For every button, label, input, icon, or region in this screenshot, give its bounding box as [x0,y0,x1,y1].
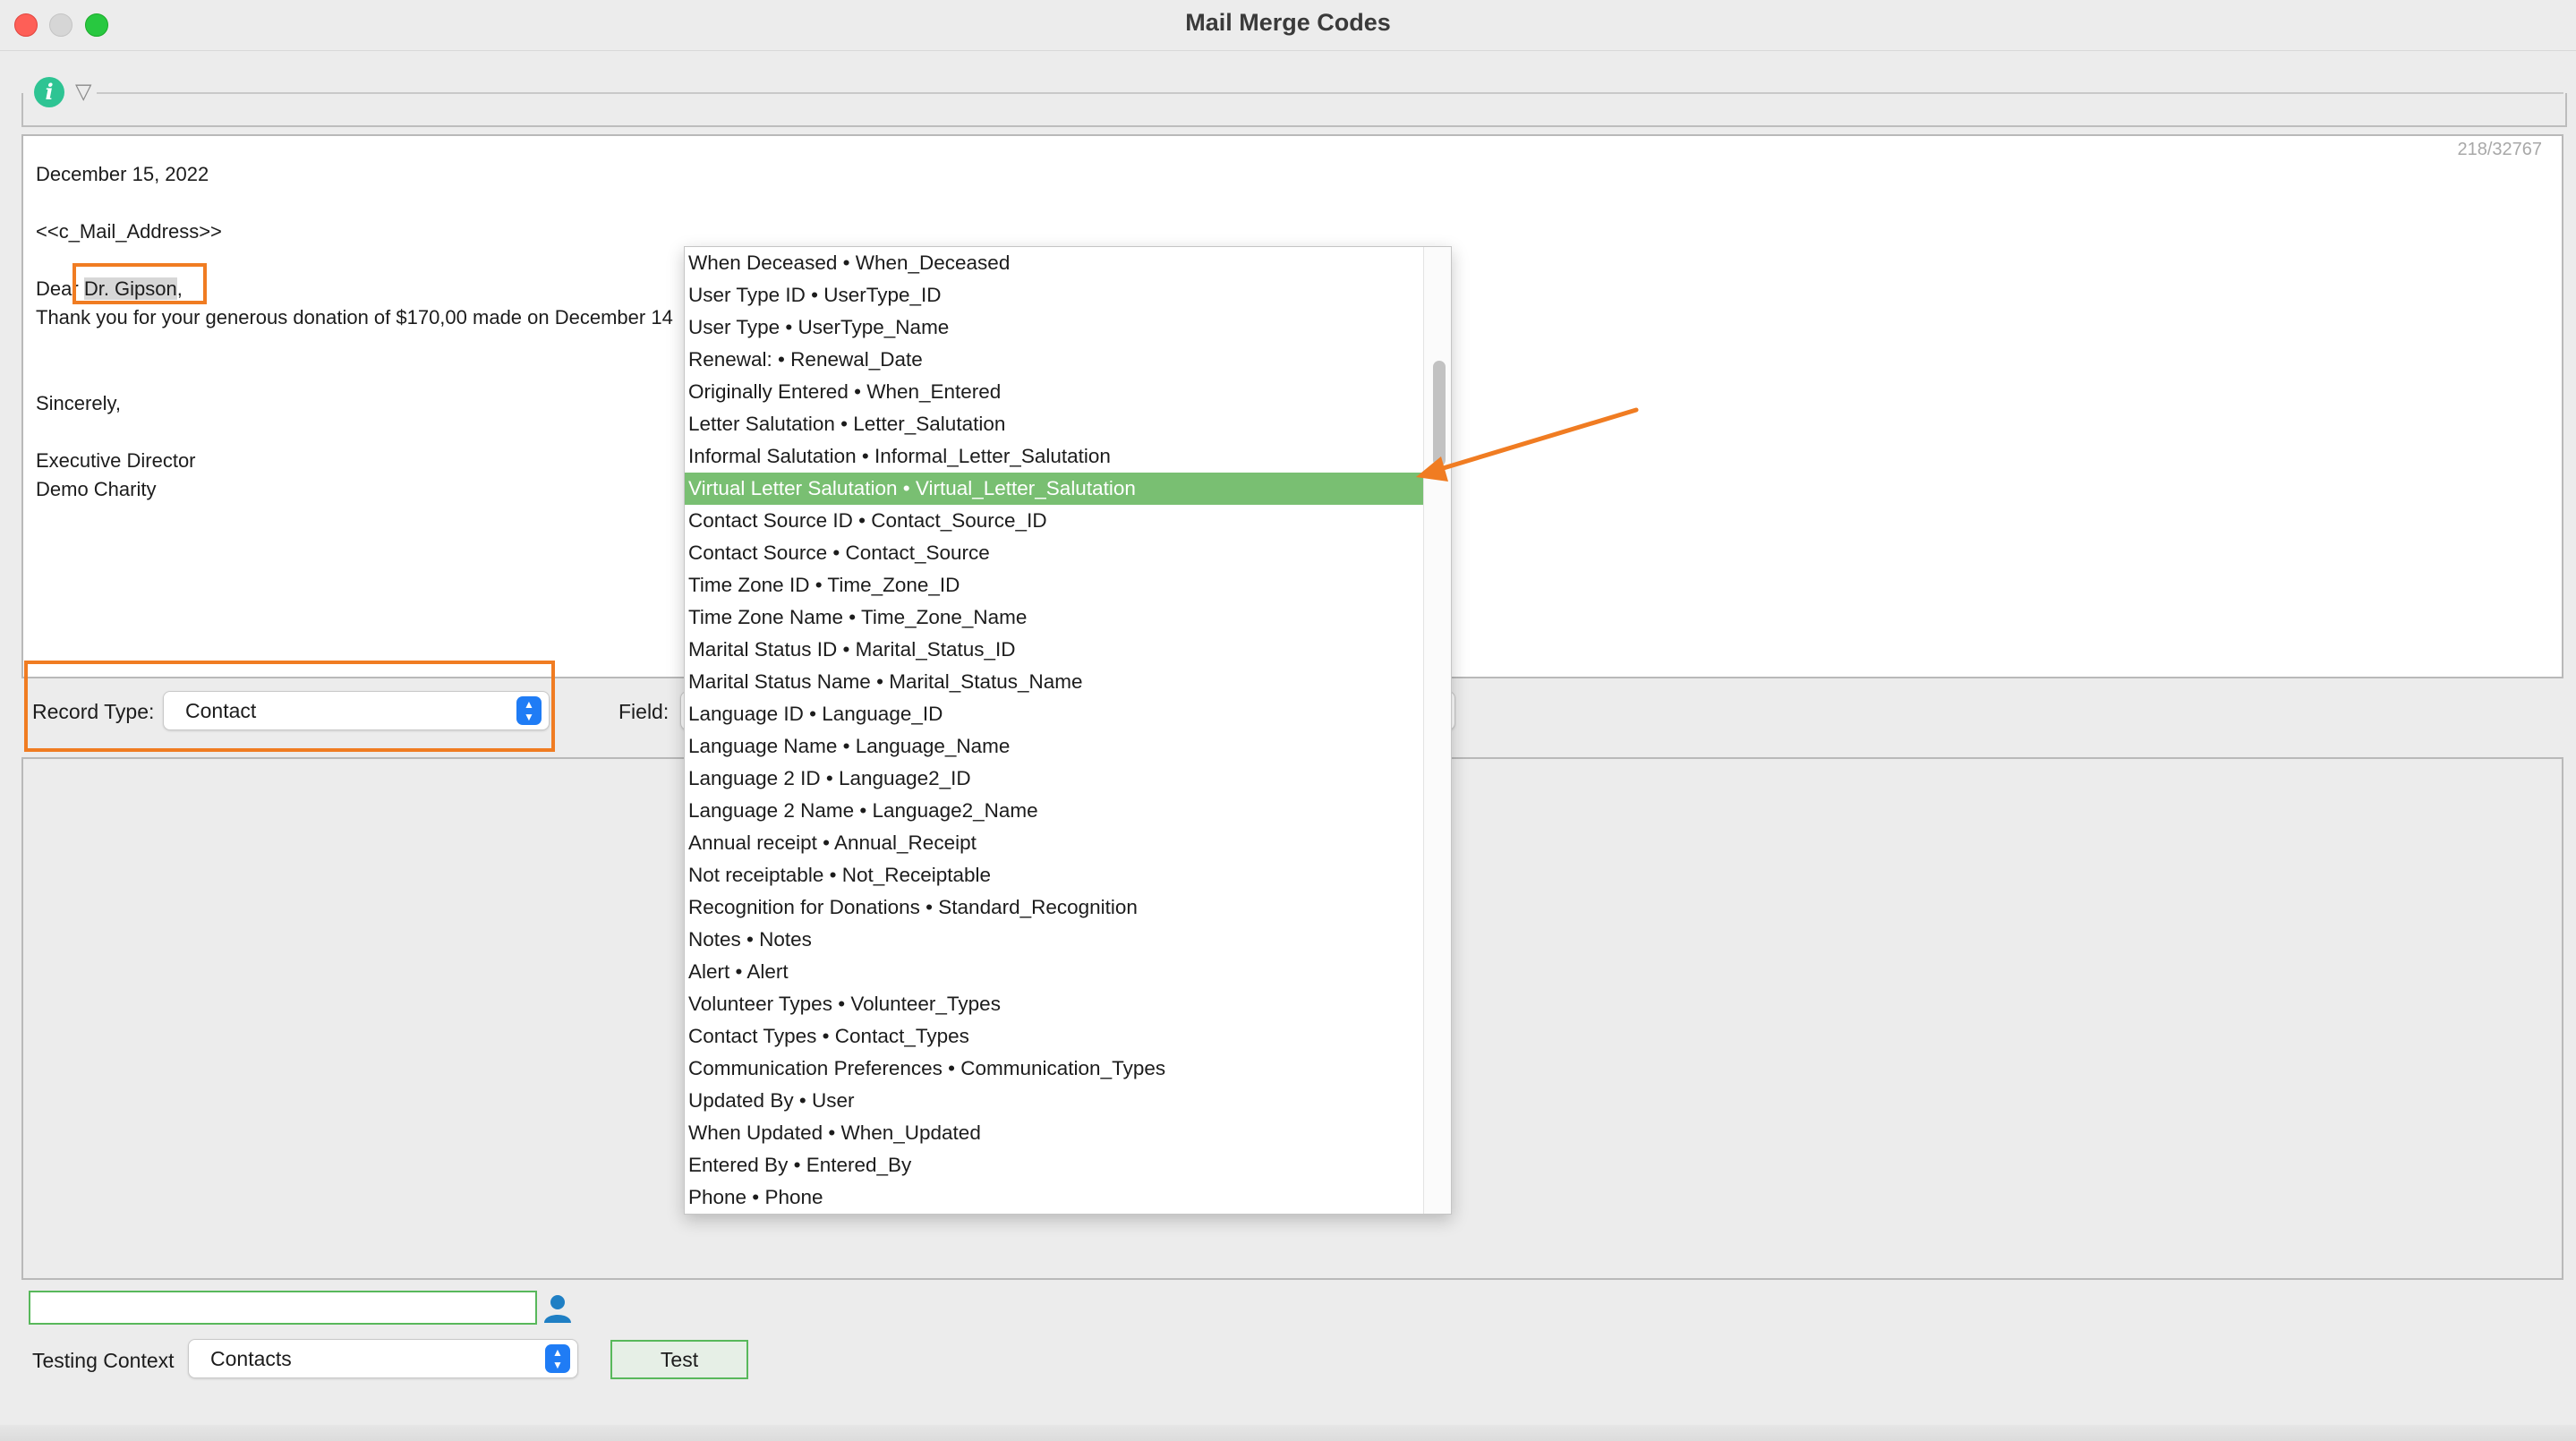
field-option[interactable]: Originally Entered • When_Entered [685,376,1424,408]
up-down-chevron-icon: ▲ ▼ [545,1344,570,1373]
field-option[interactable]: Entered By • Entered_By [685,1149,1424,1181]
field-option[interactable]: Marital Status ID • Marital_Status_ID [685,634,1424,666]
field-options: When Deceased • When_Deceased User Type I… [685,247,1424,1214]
field-label: Field: [618,700,670,723]
field-option[interactable]: Marital Status Name • Marital_Status_Nam… [685,666,1424,698]
field-option[interactable]: Virtual Letter Salutation • Virtual_Lett… [685,473,1424,505]
contact-lookup-input[interactable] [29,1291,537,1325]
person-icon[interactable] [542,1292,574,1325]
field-option[interactable]: User Type • UserType_Name [685,311,1424,344]
field-option[interactable]: Language Name • Language_Name [685,730,1424,763]
letter-date: December 15, 2022 [36,163,209,185]
field-option[interactable]: Phone • Phone [685,1181,1424,1214]
field-option[interactable]: Language ID • Language_ID [685,698,1424,730]
field-option[interactable]: Recognition for Donations • Standard_Rec… [685,891,1424,924]
field-option[interactable]: Communication Preferences • Communicatio… [685,1053,1424,1085]
field-option[interactable]: Time Zone Name • Time_Zone_Name [685,601,1424,634]
field-dropdown-list[interactable]: When Deceased • When_Deceased User Type I… [684,246,1452,1215]
field-option[interactable]: Renewal: • Renewal_Date [685,344,1424,376]
toolbar-frame [21,93,2567,127]
field-option[interactable]: Alert • Alert [685,956,1424,988]
testing-context-value: Contacts [210,1347,292,1370]
letter-signer-org: Demo Charity [36,478,157,500]
field-option[interactable]: When Updated • When_Updated [685,1117,1424,1149]
letter-signer-title: Executive Director [36,449,196,472]
field-option[interactable]: Letter Salutation • Letter_Salutation [685,408,1424,440]
character-counter: 218/32767 [2457,140,2542,159]
letter-thanks-line: Thank you for your generous donation of … [36,306,673,328]
field-option[interactable]: Not receiptable • Not_Receiptable [685,859,1424,891]
record-type-annotation-box [24,661,555,752]
testing-context-select[interactable]: Contacts ▲ ▼ [188,1339,578,1378]
field-option[interactable]: User Type ID • UserType_ID [685,279,1424,311]
dropdown-scrollbar[interactable] [1423,247,1451,1214]
salutation-annotation-box [73,263,207,304]
field-option[interactable]: Notes • Notes [685,924,1424,956]
field-option[interactable]: Contact Source ID • Contact_Source_ID [685,505,1424,537]
testing-context-label: Testing Context [32,1349,175,1372]
letter-closing: Sincerely, [36,392,121,414]
triangle-down-icon[interactable]: ▽ [75,79,91,105]
field-option[interactable]: Contact Source • Contact_Source [685,537,1424,569]
field-option[interactable]: Annual receipt • Annual_Receipt [685,827,1424,859]
window-bottom-edge [0,1425,2576,1441]
arrow-annotation-icon [1416,407,1639,482]
field-option[interactable]: When Deceased • When_Deceased [685,247,1424,279]
toolbar-divider [97,92,2563,94]
window-title: Mail Merge Codes [1185,9,1391,36]
field-option[interactable]: Time Zone ID • Time_Zone_ID [685,569,1424,601]
test-button[interactable]: Test [610,1340,748,1379]
field-option[interactable]: Language 2 ID • Language2_ID [685,763,1424,795]
field-option[interactable]: Updated By • User [685,1085,1424,1117]
field-option[interactable]: Contact Types • Contact_Types [685,1020,1424,1053]
field-option[interactable]: Volunteer Types • Volunteer_Types [685,988,1424,1020]
info-icon[interactable]: i [34,77,64,107]
letter-address-code: <<c_Mail_Address>> [36,220,222,243]
field-option[interactable]: Language 2 Name • Language2_Name [685,795,1424,827]
field-option[interactable]: Informal Salutation • Informal_Letter_Sa… [685,440,1424,473]
